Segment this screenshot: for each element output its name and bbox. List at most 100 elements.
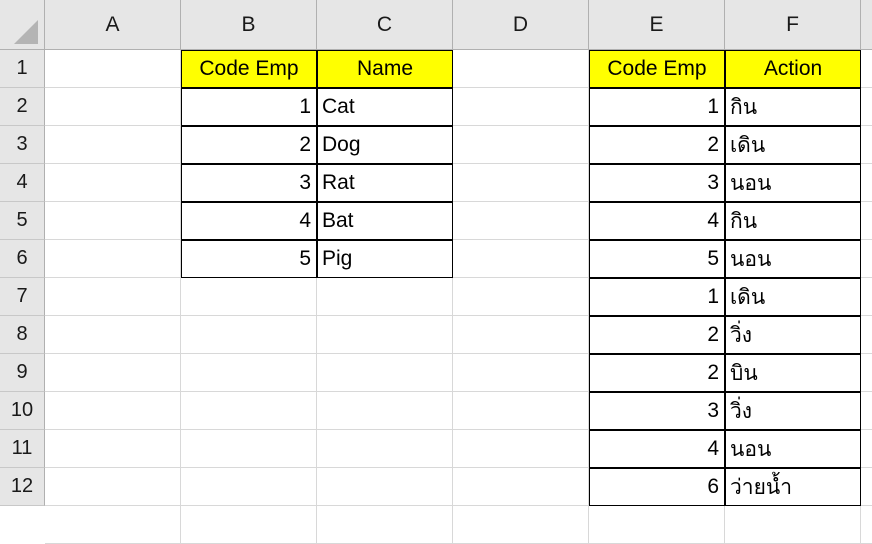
empty-cell[interactable] (861, 50, 872, 88)
row-header-2[interactable]: 2 (0, 88, 45, 126)
row-header-3[interactable]: 3 (0, 126, 45, 164)
empty-cell[interactable] (453, 316, 589, 354)
empty-cell[interactable] (181, 354, 317, 392)
empty-cell[interactable] (861, 164, 872, 202)
left-table-cell-code[interactable]: 5 (181, 240, 317, 278)
empty-cell[interactable] (45, 278, 181, 316)
right-table-cell-action[interactable]: เดิน (725, 278, 861, 316)
empty-cell[interactable] (453, 50, 589, 88)
empty-cell[interactable] (861, 202, 872, 240)
column-header-d[interactable]: D (453, 0, 589, 50)
row-header-7[interactable]: 7 (0, 278, 45, 316)
empty-cell[interactable] (45, 316, 181, 354)
empty-cell[interactable] (181, 468, 317, 506)
empty-cell[interactable] (861, 126, 872, 164)
row-header-5[interactable]: 5 (0, 202, 45, 240)
column-header-f[interactable]: F (725, 0, 861, 50)
empty-cell[interactable] (453, 88, 589, 126)
left-table-cell-code[interactable]: 3 (181, 164, 317, 202)
empty-cell[interactable] (317, 468, 453, 506)
right-table-cell-action[interactable]: กิน (725, 88, 861, 126)
spreadsheet-grid[interactable]: Code Emp Name 1 Cat 2 Dog 3 Rat 4 Bat 5 Pig Code Emp… (0, 0, 872, 544)
right-table-cell-action[interactable]: วิ่ง (725, 392, 861, 430)
column-header-a[interactable]: A (45, 0, 181, 50)
empty-cell[interactable] (45, 164, 181, 202)
empty-cell[interactable] (181, 430, 317, 468)
column-header-c[interactable]: C (317, 0, 453, 50)
empty-cell[interactable] (861, 354, 872, 392)
empty-cell[interactable] (453, 240, 589, 278)
right-table-cell-code[interactable]: 4 (589, 430, 725, 468)
left-table-cell-code[interactable]: 4 (181, 202, 317, 240)
empty-cell[interactable] (181, 278, 317, 316)
left-table-cell-name[interactable]: Bat (317, 202, 453, 240)
row-header-9[interactable]: 9 (0, 354, 45, 392)
empty-cell[interactable] (453, 278, 589, 316)
left-table-header-name[interactable]: Name (317, 50, 453, 88)
empty-cell[interactable] (453, 468, 589, 506)
right-table-cell-action[interactable]: นอน (725, 240, 861, 278)
empty-cell[interactable] (861, 316, 872, 354)
right-table-cell-code[interactable]: 5 (589, 240, 725, 278)
row-header-6[interactable]: 6 (0, 240, 45, 278)
right-table-cell-code[interactable]: 3 (589, 392, 725, 430)
empty-cell[interactable] (861, 278, 872, 316)
right-table-cell-code[interactable]: 2 (589, 354, 725, 392)
right-table-cell-code[interactable]: 3 (589, 164, 725, 202)
empty-cell[interactable] (45, 240, 181, 278)
column-header-e[interactable]: E (589, 0, 725, 50)
empty-cell[interactable] (453, 202, 589, 240)
empty-cell[interactable] (453, 354, 589, 392)
right-table-cell-action[interactable]: เดิน (725, 126, 861, 164)
empty-cell[interactable] (317, 316, 453, 354)
right-table-cell-action[interactable]: ว่ายน้ำ (725, 468, 861, 506)
empty-cell[interactable] (317, 278, 453, 316)
left-table-cell-name[interactable]: Cat (317, 88, 453, 126)
column-header-b[interactable]: B (181, 0, 317, 50)
empty-cell[interactable] (861, 392, 872, 430)
right-table-header-code-emp[interactable]: Code Emp (589, 50, 725, 88)
left-table-cell-code[interactable]: 1 (181, 88, 317, 126)
empty-cell[interactable] (45, 202, 181, 240)
right-table-cell-code[interactable]: 2 (589, 316, 725, 354)
left-table-header-code-emp[interactable]: Code Emp (181, 50, 317, 88)
empty-cell[interactable] (317, 392, 453, 430)
empty-cell[interactable] (45, 88, 181, 126)
right-table-cell-action[interactable]: กิน (725, 202, 861, 240)
empty-cell[interactable] (45, 430, 181, 468)
row-header-1[interactable]: 1 (0, 50, 45, 88)
left-table-cell-name[interactable]: Dog (317, 126, 453, 164)
empty-cell[interactable] (317, 430, 453, 468)
right-table-cell-action[interactable]: นอน (725, 430, 861, 468)
right-table-cell-code[interactable]: 2 (589, 126, 725, 164)
empty-cell[interactable] (861, 88, 872, 126)
right-table-cell-action[interactable]: บิน (725, 354, 861, 392)
empty-cell[interactable] (317, 354, 453, 392)
row-header-4[interactable]: 4 (0, 164, 45, 202)
row-header-10[interactable]: 10 (0, 392, 45, 430)
left-table-cell-code[interactable]: 2 (181, 126, 317, 164)
left-table-cell-name[interactable]: Rat (317, 164, 453, 202)
empty-cell[interactable] (861, 430, 872, 468)
empty-cell[interactable] (453, 430, 589, 468)
right-table-cell-action[interactable]: วิ่ง (725, 316, 861, 354)
empty-cell[interactable] (861, 468, 872, 506)
empty-cell[interactable] (453, 392, 589, 430)
empty-cell[interactable] (181, 392, 317, 430)
empty-cell[interactable] (453, 164, 589, 202)
empty-cell[interactable] (45, 126, 181, 164)
right-table-cell-action[interactable]: นอน (725, 164, 861, 202)
left-table-cell-name[interactable]: Pig (317, 240, 453, 278)
select-all-corner[interactable] (0, 0, 45, 50)
row-header-11[interactable]: 11 (0, 430, 45, 468)
empty-cell[interactable] (181, 316, 317, 354)
empty-cell[interactable] (45, 468, 181, 506)
row-header-8[interactable]: 8 (0, 316, 45, 354)
right-table-cell-code[interactable]: 1 (589, 88, 725, 126)
empty-cell[interactable] (45, 50, 181, 88)
right-table-cell-code[interactable]: 6 (589, 468, 725, 506)
empty-cell[interactable] (861, 240, 872, 278)
right-table-header-action[interactable]: Action (725, 50, 861, 88)
right-table-cell-code[interactable]: 4 (589, 202, 725, 240)
row-header-12[interactable]: 12 (0, 468, 45, 506)
